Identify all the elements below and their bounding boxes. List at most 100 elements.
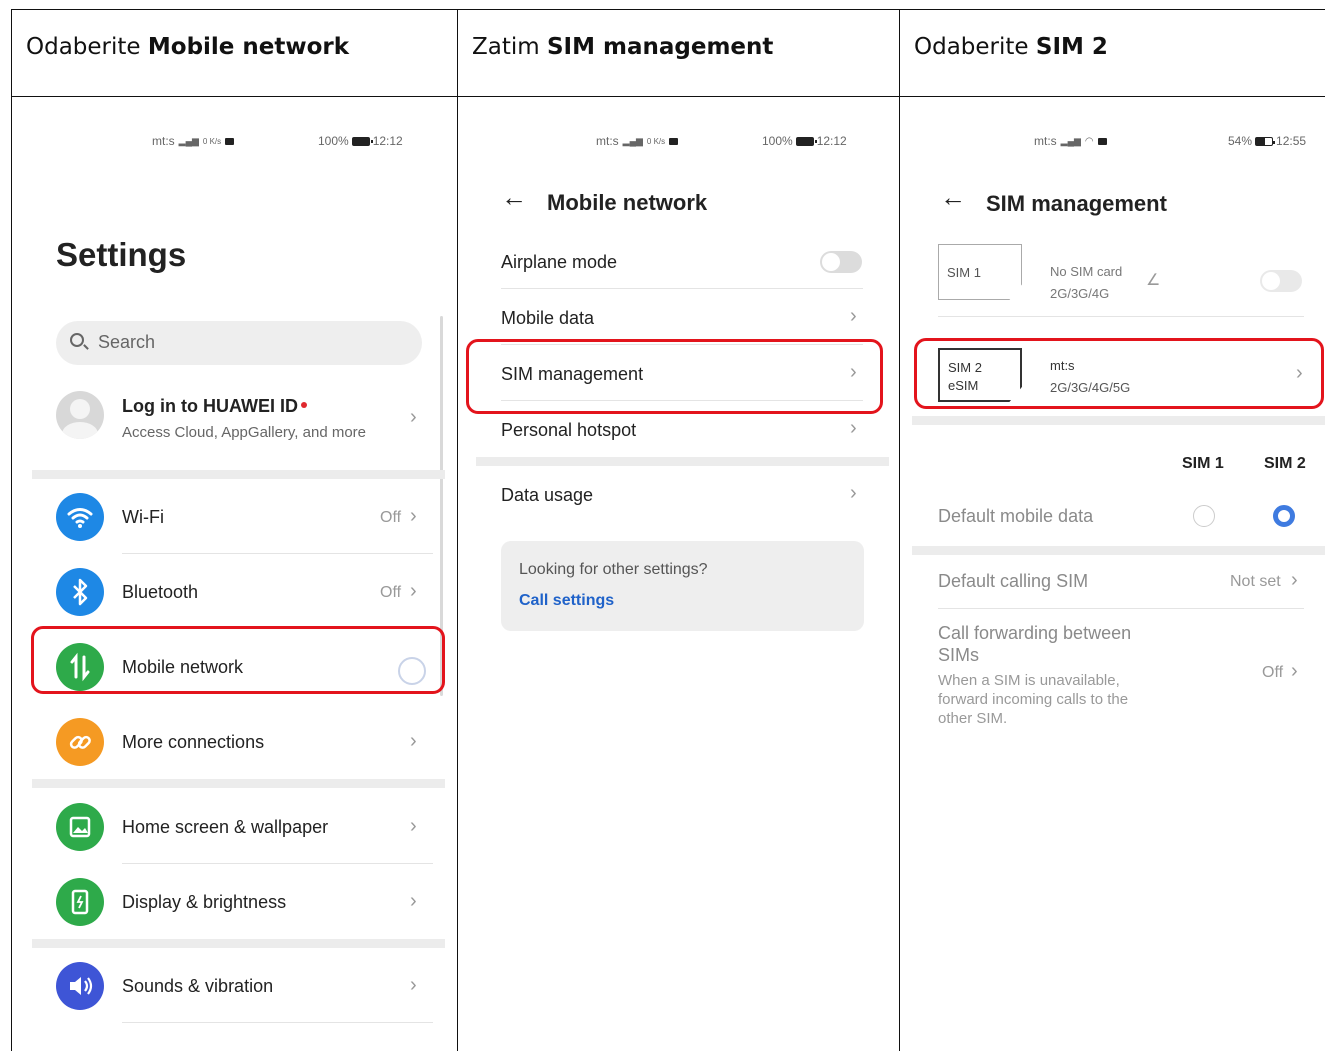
avatar [56, 391, 104, 439]
battery-icon [351, 137, 373, 147]
settings-item-label: Wi-Fi [122, 507, 164, 527]
sim1-radio[interactable] [1193, 505, 1215, 527]
screenshot-settings: mt:s ▂▄▆ 0 K/s 100% 12:12 Settings Search… [12, 98, 457, 1051]
step-2-header: Zatim SIM management [458, 10, 899, 97]
page-title: Settings [56, 236, 187, 273]
row-label: Airplane mode [501, 252, 618, 272]
chevron-right-icon: › [410, 730, 417, 752]
airplane-mode-toggle[interactable] [820, 251, 862, 273]
sim1-toggle[interactable] [1260, 270, 1302, 292]
sim1-tech: 2G/3G/4G [1050, 286, 1110, 301]
status-bar-right: 100% 12:12 [318, 134, 403, 148]
highlight-box [31, 626, 445, 694]
divider [122, 1022, 433, 1023]
chevron-right-icon: › [410, 974, 417, 996]
divider [938, 608, 1304, 609]
forwarding-value: Off [1262, 664, 1284, 681]
highlight-box [466, 339, 883, 414]
image-icon [56, 803, 104, 851]
default-data-label: Default mobile data [938, 506, 1094, 526]
sim2-radio-selected[interactable] [1273, 505, 1295, 527]
page-title: SIM management [986, 191, 1167, 216]
search-icon [70, 333, 84, 347]
instruction-table: Odaberite Mobile network mt:s ▂▄▆ 0 K/s … [11, 9, 1325, 1051]
step-1-target: Mobile network [147, 34, 350, 60]
speed-label: 0 K/s [202, 136, 222, 146]
battery-percent: 100% [318, 134, 349, 148]
section-divider [912, 416, 1325, 425]
bluetooth-icon [56, 568, 104, 616]
display-icon [56, 878, 104, 926]
back-arrow-icon[interactable]: ← [501, 182, 527, 213]
chevron-right-icon: › [850, 482, 857, 504]
chevron-right-icon: › [410, 890, 417, 912]
signal-icon: ▂▄▆ [178, 135, 199, 146]
back-arrow-icon[interactable]: ← [940, 182, 966, 213]
chevron-right-icon: › [410, 505, 417, 527]
step-3-prefix: Odaberite [914, 34, 1036, 60]
account-subtitle: Access Cloud, AppGallery, and more [122, 424, 367, 441]
step-3-header: Odaberite SIM 2 [900, 10, 1325, 97]
settings-item-label: Display & brightness [122, 892, 287, 912]
clock: 12:12 [372, 134, 403, 148]
screenshot-sim-management: mt:s ▂▄▆ ◠ 54% 12:55 ← SIM management SIM… [900, 98, 1325, 1051]
carrier-label: mt:s [1034, 134, 1057, 148]
sim1-label: SIM 1 [947, 265, 981, 280]
section-divider [32, 779, 445, 788]
camera-icon [225, 137, 235, 145]
row-label: Personal hotspot [501, 420, 637, 440]
camera-icon [669, 137, 679, 145]
camera-icon [1097, 137, 1107, 145]
divider [122, 863, 433, 864]
edit-icon[interactable]: ∠ [1146, 270, 1160, 290]
sim1-status: No SIM card [1050, 264, 1123, 279]
wifi-icon [56, 493, 104, 541]
battery-percent: 100% [762, 134, 793, 148]
settings-item-value: Off [380, 509, 402, 526]
status-bar-right: 54% 12:55 [1228, 134, 1306, 148]
wifi-status-icon: ◠ [1084, 135, 1094, 147]
highlight-box [914, 338, 1324, 409]
row-label: Mobile data [501, 308, 595, 328]
section-divider [476, 457, 889, 466]
divider [122, 553, 433, 554]
search-input[interactable]: Search [56, 321, 422, 365]
column-sim2: SIM 2 [1264, 455, 1306, 472]
account-title: Log in to HUAWEI ID [122, 396, 298, 416]
step-2-target: SIM management [546, 34, 774, 60]
settings-item-value: Off [380, 584, 402, 601]
page-title: Mobile network [547, 190, 708, 215]
settings-item-label: Bluetooth [122, 582, 199, 602]
settings-item-label: Sounds & vibration [122, 976, 274, 996]
section-divider [32, 470, 445, 479]
chevron-right-icon: › [1291, 569, 1298, 591]
default-calling-label: Default calling SIM [938, 571, 1089, 591]
row-label: Data usage [501, 485, 594, 505]
divider [501, 400, 863, 401]
card-question: Looking for other settings? [519, 561, 708, 578]
clock: 12:55 [1276, 134, 1307, 148]
chevron-right-icon: › [1291, 660, 1298, 682]
notification-dot [300, 402, 307, 408]
chevron-right-icon: › [410, 406, 417, 428]
settings-item-label: More connections [122, 732, 265, 752]
link-icon [56, 718, 104, 766]
divider [501, 288, 863, 289]
step-2-column: Zatim SIM management mt:s ▂▄▆ 0 K/s 100%… [458, 10, 900, 1051]
step-3-column: Odaberite SIM 2 mt:s ▂▄▆ ◠ 54% 12:55 ← SI… [900, 10, 1325, 1051]
default-calling-value: Not set [1230, 573, 1281, 590]
call-settings-link[interactable]: Call settings [519, 592, 614, 610]
signal-icon: ▂▄▆ [1060, 135, 1081, 146]
speed-label: 0 K/s [646, 136, 666, 146]
chevron-right-icon: › [410, 815, 417, 837]
carrier-label: mt:s [152, 134, 175, 148]
carrier-label: mt:s [596, 134, 619, 148]
status-bar-left: mt:s ▂▄▆ ◠ [1034, 134, 1107, 148]
chevron-right-icon: › [850, 417, 857, 439]
section-divider [32, 939, 445, 948]
chevron-right-icon: › [850, 305, 857, 327]
step-2-prefix: Zatim [472, 34, 547, 60]
sound-icon [56, 962, 104, 1010]
step-3-target: SIM 2 [1035, 34, 1108, 60]
status-bar-left: mt:s ▂▄▆ 0 K/s [596, 134, 679, 148]
